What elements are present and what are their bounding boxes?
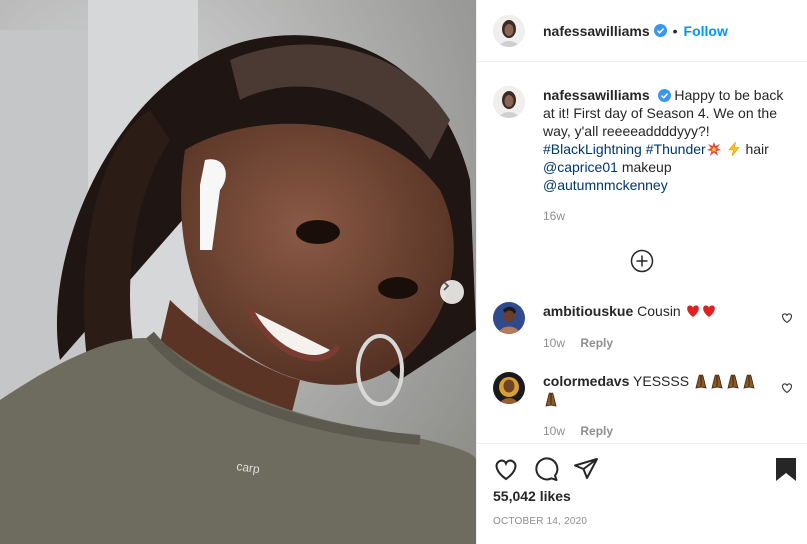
selfie-photo: carp bbox=[0, 0, 476, 544]
avatar[interactable] bbox=[493, 372, 525, 404]
caption-username[interactable]: nafessawilliams bbox=[543, 87, 650, 103]
comment-username[interactable]: colormedavs bbox=[543, 373, 629, 389]
reply-button[interactable]: Reply bbox=[580, 336, 613, 350]
red-heart-icon bbox=[686, 305, 699, 317]
profile-picture bbox=[493, 302, 525, 334]
comment-text: Cousin bbox=[637, 303, 681, 319]
comment-meta: 10w Reply bbox=[543, 334, 768, 352]
comment-text: YESSSS bbox=[633, 373, 690, 389]
header-username[interactable]: nafessawilliams bbox=[543, 23, 650, 39]
bookmark-icon[interactable] bbox=[773, 456, 799, 482]
hashtag-link[interactable]: #Thunder bbox=[646, 141, 706, 157]
post-date[interactable]: OCTOBER 14, 2020 bbox=[493, 516, 587, 527]
avatar[interactable] bbox=[493, 86, 525, 118]
mention-link[interactable]: @caprice01 bbox=[543, 159, 618, 175]
chevron-right-icon bbox=[443, 281, 450, 291]
separator-dot: • bbox=[672, 22, 678, 39]
comment-timestamp[interactable]: 10w bbox=[543, 336, 565, 350]
praying-hands-icon bbox=[545, 392, 557, 407]
comment-body: ambitiouskue Cousin 10w Reply bbox=[543, 302, 768, 352]
collision-icon bbox=[706, 142, 721, 156]
mention-link[interactable]: @autumnmckenney bbox=[543, 177, 668, 193]
praying-hands-icon bbox=[711, 374, 723, 389]
profile-picture bbox=[493, 372, 525, 404]
comment-username[interactable]: ambitiouskue bbox=[543, 303, 633, 319]
share-icon[interactable] bbox=[573, 456, 599, 482]
load-more-comments-icon[interactable] bbox=[630, 249, 654, 273]
caption-text: nafessawilliams Happy to be back at it! … bbox=[543, 86, 789, 194]
avatar[interactable] bbox=[493, 14, 525, 47]
praying-hands-icon bbox=[695, 374, 707, 389]
like-comment-icon[interactable] bbox=[781, 382, 793, 394]
lightning-icon bbox=[727, 141, 740, 157]
profile-picture bbox=[493, 86, 525, 118]
verified-badge-icon bbox=[653, 24, 667, 37]
post-media-image[interactable]: carp bbox=[0, 0, 476, 544]
verified-badge-icon bbox=[657, 89, 671, 102]
comment-item: colormedavs YESSSS 10w Reply bbox=[493, 372, 793, 440]
next-slide-button[interactable] bbox=[440, 280, 464, 304]
hashtag-link[interactable]: #BlackLightning bbox=[543, 141, 642, 157]
comment-item: ambitiouskue Cousin 10w Reply bbox=[493, 302, 793, 352]
post-header: nafessawilliams • Follow bbox=[477, 0, 807, 62]
comment-timestamp[interactable]: 10w bbox=[543, 424, 565, 438]
follow-button[interactable]: Follow bbox=[684, 23, 728, 39]
like-comment-icon[interactable] bbox=[781, 312, 793, 324]
red-heart-icon bbox=[702, 305, 715, 317]
heart-icon[interactable] bbox=[493, 456, 519, 482]
comment-icon[interactable] bbox=[533, 456, 559, 482]
comment-body: colormedavs YESSSS 10w Reply bbox=[543, 372, 768, 440]
profile-picture bbox=[493, 14, 525, 47]
praying-hands-icon bbox=[727, 374, 739, 389]
likes-count[interactable]: 55,042 likes bbox=[493, 488, 571, 504]
post-caption: nafessawilliams Happy to be back at it! … bbox=[493, 86, 793, 194]
avatar[interactable] bbox=[493, 302, 525, 334]
praying-hands-icon bbox=[743, 374, 755, 389]
comment-meta: 10w Reply bbox=[543, 422, 768, 440]
caption-text-3: makeup bbox=[621, 159, 672, 175]
caption-timestamp[interactable]: 16w bbox=[543, 209, 565, 223]
reply-button[interactable]: Reply bbox=[580, 424, 613, 438]
post-side-panel: nafessawilliams • Follow nafessawilliams bbox=[476, 0, 807, 544]
caption-text-2: hair bbox=[745, 141, 769, 157]
instagram-post: carp nafessawilliams • Follow nafessawil… bbox=[0, 0, 807, 544]
